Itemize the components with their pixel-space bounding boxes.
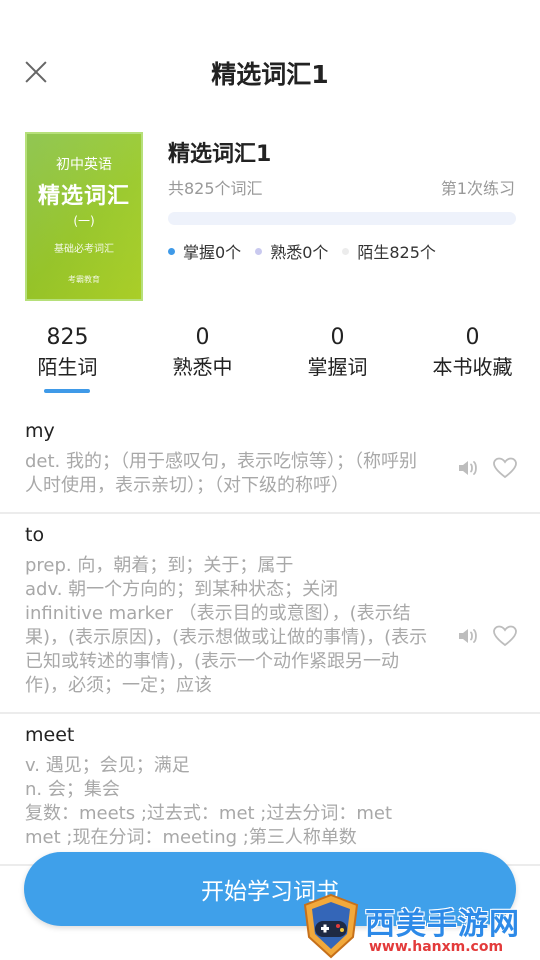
legend-familiar-label: 熟悉0个 (270, 243, 329, 262)
watermark-url: www.hanxm.com (369, 939, 504, 955)
cover-title: 精选词汇 (37, 184, 130, 209)
cover-publisher: 考霸教育 (68, 275, 100, 284)
speaker-icon[interactable] (456, 624, 480, 648)
cover-description: 基础必考词汇 (54, 244, 114, 255)
tab-mastered[interactable]: 0 掌握词 (270, 324, 405, 382)
tab-mastered-label: 掌握词 (307, 355, 368, 379)
tab-familiar-count: 0 (195, 325, 210, 350)
tab-unknown-label: 陌生词 (37, 355, 98, 379)
book-cover: 初中英语 精选词汇 (一) 基础必考词汇 考霸教育 (25, 132, 143, 301)
word-meaning: v. 遇见；会见；满足 n. 会；集会 复数：meets ;过去式：met ;过… (25, 755, 393, 848)
list-item[interactable]: my det. 我的；（用于感叹句，表示吃惊等）；（称呼别人时使用，表示亲切）；… (0, 410, 540, 514)
word-text: my (25, 420, 55, 442)
book-name: 精选词汇1 (168, 142, 272, 167)
progress-bar (168, 212, 516, 225)
tab-unknown[interactable]: 825 陌生词 (0, 324, 135, 382)
tab-familiar[interactable]: 0 熟悉中 (135, 324, 270, 382)
watermark-name: 西美手游网 (365, 907, 520, 942)
legend-mastered: 掌握0个 (168, 239, 241, 263)
header: 精选词汇1 (0, 0, 540, 140)
unknown-dot-icon (342, 247, 350, 255)
tab-favorites[interactable]: 0 本书收藏 (405, 324, 540, 382)
legend-familiar: 熟悉0个 (255, 239, 328, 263)
tab-favorites-label: 本书收藏 (432, 355, 513, 379)
tab-favorites-count: 0 (465, 325, 480, 350)
practice-count: 第1次练习 (440, 179, 515, 198)
heart-icon[interactable] (492, 456, 518, 480)
gamepad-shield-icon (303, 893, 359, 959)
word-meaning: prep. 向，朝着；到；关于；属于 adv. 朝一个方向的；到某种状态；关闭 … (25, 555, 428, 696)
legend-mastered-label: 掌握0个 (183, 243, 242, 262)
legend-unknown-label: 陌生825个 (357, 243, 436, 262)
word-count: 共825个词汇 (168, 179, 263, 198)
tab-mastered-count: 0 (330, 325, 345, 350)
speaker-icon[interactable] (456, 456, 480, 480)
active-tab-indicator (44, 389, 90, 393)
mastered-dot-icon (168, 247, 175, 255)
word-text: to (25, 524, 45, 546)
word-meaning: det. 我的；（用于感叹句，表示吃惊等）；（称呼别人时使用，表示亲切）；（对下… (25, 451, 417, 496)
watermark: 西美手游网 www.hanxm.com (299, 893, 534, 960)
cover-volume: (一) (73, 214, 95, 228)
word-text: meet (25, 724, 75, 746)
word-list: my det. 我的；（用于感叹句，表示吃惊等）；（称呼别人时使用，表示亲切）；… (0, 410, 540, 866)
page-title: 精选词汇1 (211, 60, 329, 89)
tab-familiar-label: 熟悉中 (172, 355, 233, 379)
familiar-dot-icon (255, 247, 263, 255)
legend-unknown: 陌生825个 (342, 239, 436, 263)
list-item[interactable]: to prep. 向，朝着；到；关于；属于 adv. 朝一个方向的；到某种状态；… (0, 514, 540, 714)
list-item[interactable]: meet v. 遇见；会见；满足 n. 会；集会 复数：meets ;过去式：m… (0, 714, 540, 866)
tab-unknown-count: 825 (46, 325, 89, 350)
progress-legend: 掌握0个 熟悉0个 陌生825个 (168, 240, 450, 262)
cover-subtitle: 初中英语 (56, 157, 112, 173)
word-tabs: 825 陌生词 0 熟悉中 0 掌握词 0 本书收藏 (0, 324, 540, 396)
heart-icon[interactable] (492, 624, 518, 648)
